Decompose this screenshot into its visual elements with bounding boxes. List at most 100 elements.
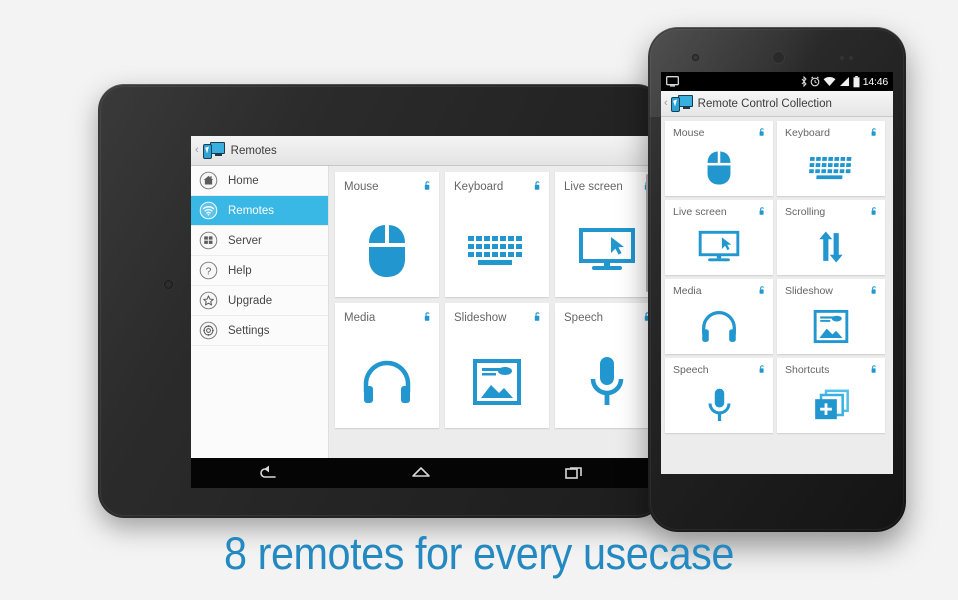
remote-tile-slideshow[interactable]: Slideshow	[445, 303, 549, 428]
tile-label: Slideshow	[454, 312, 507, 324]
home-nav-icon[interactable]	[410, 464, 432, 482]
tablet-sensor	[140, 284, 146, 290]
remote-tile-live-screen[interactable]: Live screen	[555, 172, 650, 297]
tile-art	[777, 224, 885, 270]
unlock-icon	[534, 181, 540, 190]
phone-action-bar: ‹ Remote Control Collection	[661, 91, 893, 117]
tablet-sidebar: Home Remotes Server ? Help Upgrade Setti…	[191, 166, 329, 458]
phone-status-bar: 14:46	[661, 72, 893, 91]
tile-label: Shortcuts	[785, 364, 830, 376]
sidebar-label: Server	[228, 234, 262, 247]
battery-icon	[853, 75, 860, 87]
grid-icon	[199, 231, 218, 250]
sidebar-label: Home	[228, 174, 259, 187]
phone-front-camera	[692, 54, 699, 61]
tablet-app-title: Remotes	[230, 144, 277, 157]
keyboard-icon	[468, 235, 522, 265]
tile-label: Keyboard	[785, 127, 830, 139]
remote-tile-shortcuts[interactable]: Shortcuts	[777, 358, 885, 433]
remote-tile-speech[interactable]: Speech	[555, 303, 650, 428]
tile-art	[665, 303, 773, 349]
tablet-remote-grid: Mouse Keyboard Live screen Media Slidesh…	[329, 166, 650, 458]
mouse-icon	[367, 222, 407, 277]
svg-text:?: ?	[206, 266, 212, 277]
unlock-icon	[871, 128, 876, 136]
tile-label: Media	[673, 285, 702, 297]
alarm-icon	[810, 76, 820, 87]
microphone-icon	[590, 356, 624, 405]
remote-tile-speech[interactable]: Speech	[665, 358, 773, 433]
tile-art	[777, 382, 885, 428]
tile-art	[555, 212, 650, 289]
tablet-device: ‹ Remotes Home Remotes Server ? Help Upg…	[98, 84, 663, 518]
tile-label: Media	[344, 312, 376, 324]
sidebar-label: Remotes	[228, 204, 275, 217]
tile-label: Mouse	[344, 181, 379, 193]
unlock-icon	[871, 207, 876, 215]
tablet-screen: ‹ Remotes Home Remotes Server ? Help Upg…	[191, 136, 650, 488]
phone-device: 14:46 ‹ Remote Control Collection Mouse	[648, 27, 906, 532]
tile-art	[665, 224, 773, 270]
tile-art	[335, 212, 439, 289]
tile-art	[335, 343, 439, 420]
gear-icon	[199, 321, 218, 340]
unlock-icon	[424, 181, 430, 190]
unlock-icon	[759, 286, 764, 294]
promo-caption: 8 remotes for every usecase	[224, 528, 734, 579]
remote-tile-slideshow[interactable]: Slideshow	[777, 279, 885, 354]
sidebar-item-server[interactable]: Server	[191, 226, 328, 256]
phone-remote-grid: Mouse Keyboard Live screen Scrolling Med…	[661, 117, 893, 474]
unlock-icon	[871, 286, 876, 294]
unlock-icon	[759, 207, 764, 215]
remote-tile-scrolling[interactable]: Scrolling	[777, 200, 885, 275]
remote-tile-media[interactable]: Media	[665, 279, 773, 354]
sidebar-item-settings[interactable]: Settings	[191, 316, 328, 346]
remote-tile-media[interactable]: Media	[335, 303, 439, 428]
tile-art	[665, 145, 773, 191]
promo-graphic: ‹ Remotes Home Remotes Server ? Help Upg…	[0, 0, 958, 600]
phone-app-title: Remote Control Collection	[697, 97, 832, 110]
remote-tile-mouse[interactable]: Mouse	[665, 121, 773, 196]
unlock-icon	[424, 312, 430, 321]
sidebar-item-help[interactable]: ? Help	[191, 256, 328, 286]
back-icon[interactable]	[257, 464, 279, 482]
monitor-cursor-icon	[579, 227, 635, 270]
tile-label: Live screen	[673, 206, 727, 218]
signal-icon	[839, 77, 849, 86]
home-icon	[199, 171, 218, 190]
phone-proximity-sensor	[840, 56, 844, 60]
tablet-back-caret[interactable]: ‹	[195, 145, 199, 156]
tile-art	[555, 343, 650, 420]
unlock-icon	[759, 128, 764, 136]
tile-label: Speech	[564, 312, 604, 324]
question-icon: ?	[199, 261, 218, 280]
tile-label: Live screen	[564, 181, 623, 193]
phone-screen: 14:46 ‹ Remote Control Collection Mouse	[661, 72, 893, 474]
sidebar-item-remotes[interactable]: Remotes	[191, 196, 328, 226]
tablet-front-camera	[164, 280, 173, 289]
remote-tile-keyboard[interactable]: Keyboard	[777, 121, 885, 196]
recents-icon[interactable]	[563, 464, 585, 482]
phone-earpiece	[772, 51, 785, 64]
scroll-arrows-icon	[819, 231, 843, 263]
sidebar-label: Help	[228, 264, 252, 277]
phone-back-caret[interactable]: ‹	[664, 98, 668, 109]
remote-tile-mouse[interactable]: Mouse	[335, 172, 439, 297]
tile-art	[777, 303, 885, 349]
sidebar-item-upgrade[interactable]: Upgrade	[191, 286, 328, 316]
wifi-icon	[199, 201, 218, 220]
shortcuts-icon	[815, 389, 849, 420]
star-icon	[199, 291, 218, 310]
monitor-cursor-icon	[698, 230, 740, 261]
screen-icon	[666, 76, 679, 87]
unlock-icon	[759, 365, 764, 373]
sidebar-item-home[interactable]: Home	[191, 166, 328, 196]
sidebar-label: Settings	[228, 324, 270, 337]
headphones-icon	[702, 310, 736, 342]
microphone-icon	[708, 388, 730, 421]
remote-tile-live-screen[interactable]: Live screen	[665, 200, 773, 275]
wifi-icon	[823, 76, 836, 86]
tablet-nav-bar	[191, 458, 650, 488]
tile-art	[665, 382, 773, 428]
remote-tile-keyboard[interactable]: Keyboard	[445, 172, 549, 297]
